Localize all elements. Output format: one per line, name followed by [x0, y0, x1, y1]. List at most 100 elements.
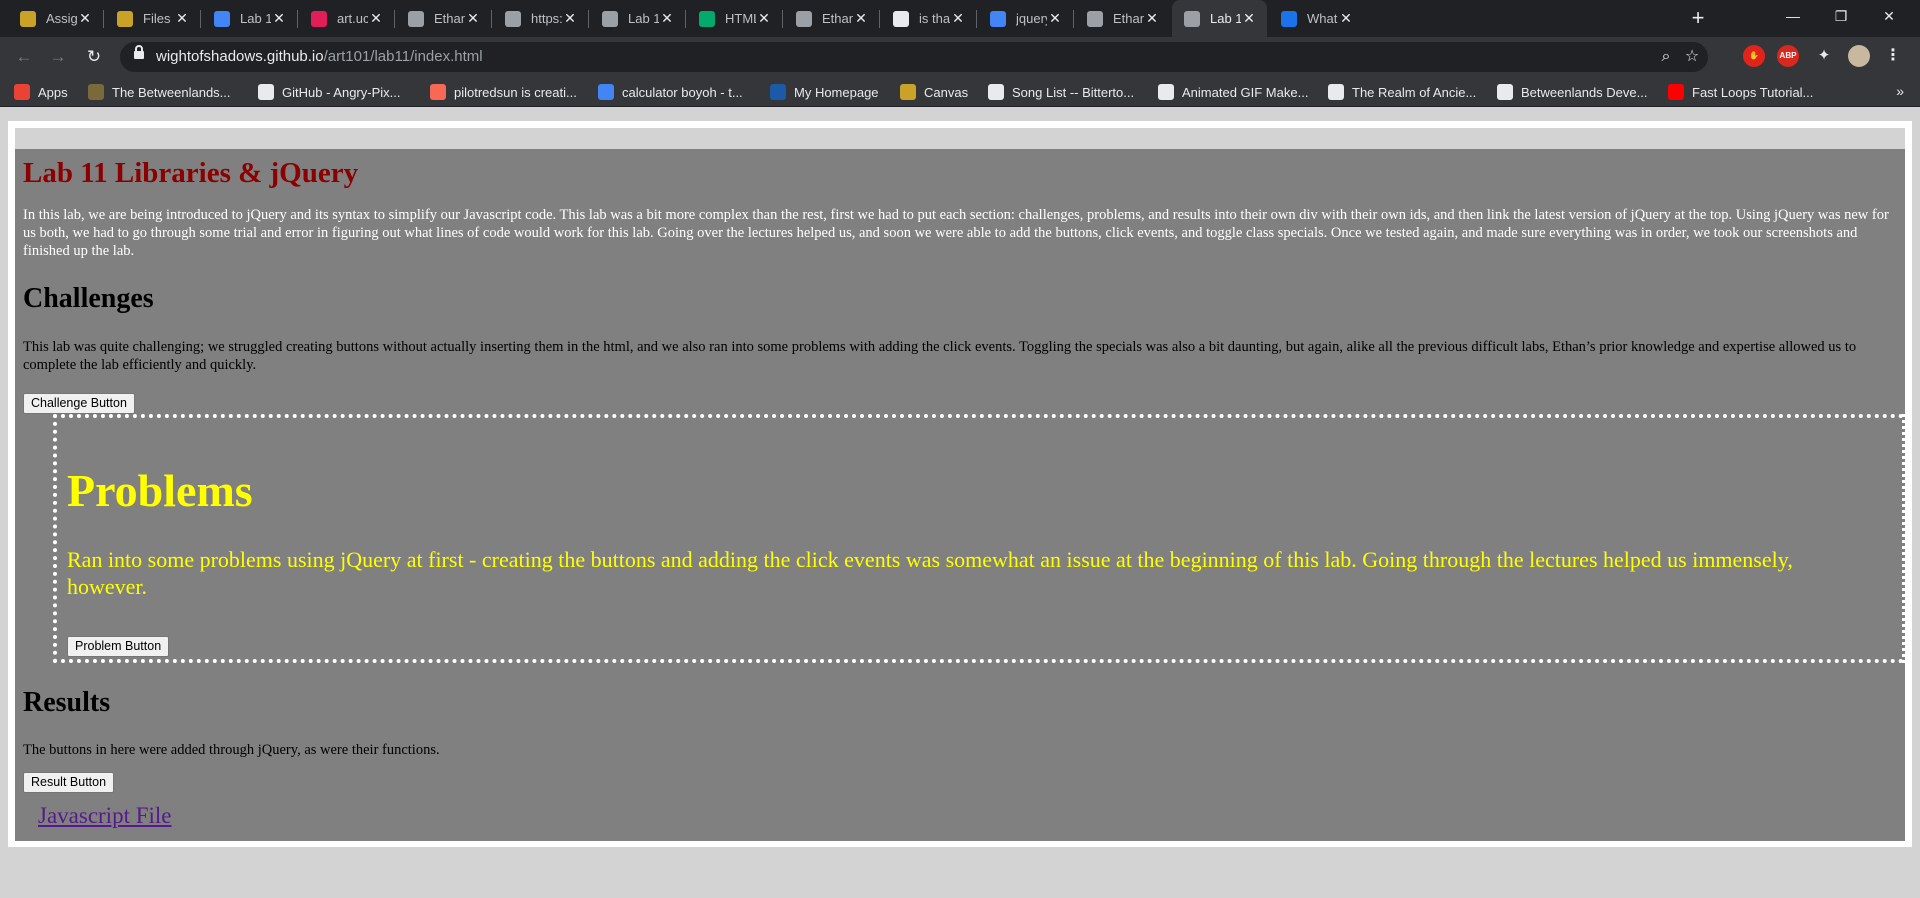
close-tab-icon[interactable]: ✕ — [950, 10, 966, 27]
browser-tab[interactable]: Assignm✕ — [8, 0, 103, 37]
globe-icon — [602, 10, 618, 27]
tab-title: Ethan Cl — [1113, 11, 1144, 26]
page-title: Lab 11 Libraries & jQuery — [23, 157, 359, 189]
bookmark-item[interactable]: Animated GIF Make... — [1158, 83, 1308, 101]
bookmark-item[interactable]: GitHub - Angry-Pix... — [258, 83, 400, 101]
url-path: /art101/lab11/index.html — [323, 48, 483, 65]
url-text[interactable]: wightofshadows.github.io/art101/lab11/in… — [156, 48, 483, 65]
browser-tab[interactable]: Ethan Cl✕ — [1075, 0, 1170, 37]
browser-tab[interactable]: Ethan Cl✕ — [396, 0, 491, 37]
slack-icon — [311, 10, 327, 27]
close-tab-icon[interactable]: ✕ — [368, 10, 384, 27]
ucsc-icon — [770, 84, 786, 100]
close-window-icon[interactable]: ✕ — [1866, 0, 1912, 32]
ucsc-icon — [900, 84, 916, 100]
bookmark-label: The Realm of Ancie... — [1352, 84, 1477, 100]
page-content: Lab 11 Libraries & jQuery In this lab, w… — [15, 149, 1905, 841]
bookmark-item[interactable]: The Betweenlands... — [88, 83, 231, 101]
browser-tab[interactable]: Lab 11 -✕ — [590, 0, 685, 37]
tab-title: is that n — [919, 11, 950, 26]
close-tab-icon[interactable]: ✕ — [271, 10, 287, 27]
bookmark-label: Song List -- Bitterto... — [1012, 84, 1135, 100]
menu-dots-icon[interactable]: ⋮ — [1882, 45, 1904, 67]
browser-tab[interactable]: Ethan Cl✕ — [784, 0, 879, 37]
extensions-puzzle-icon[interactable]: ✦ — [1813, 45, 1835, 67]
zoom-icon[interactable]: ⌕ — [1656, 47, 1676, 67]
bookmark-item[interactable]: pilotredsun is creati... — [430, 83, 577, 101]
bookmarks-overflow[interactable]: » — [1896, 83, 1904, 99]
close-tab-icon[interactable]: ✕ — [853, 10, 869, 27]
bookmark-item[interactable]: Betweenlands Deve... — [1497, 83, 1647, 101]
tab-title: Lab 11 - — [1210, 11, 1241, 26]
globe-icon — [1184, 10, 1200, 27]
problem-button[interactable]: Problem Button — [67, 636, 170, 657]
address-bar[interactable]: wightofshadows.github.io/art101/lab11/in… — [120, 42, 1708, 72]
ucsc-icon — [117, 10, 133, 27]
browser-tab[interactable]: https://v✕ — [493, 0, 588, 37]
bookmark-item[interactable]: calculator boyoh - t... — [598, 83, 743, 101]
browser-tab[interactable]: is that n✕ — [881, 0, 976, 37]
browser-tab[interactable]: art.ucsc✕ — [299, 0, 394, 37]
close-tab-icon[interactable]: ✕ — [659, 10, 675, 27]
challenge-button[interactable]: Challenge Button — [23, 393, 135, 414]
browser-tab[interactable]: Lab 11 E✕ — [202, 0, 297, 37]
close-tab-icon[interactable]: ✕ — [174, 10, 190, 27]
bookmark-item[interactable]: My Homepage — [770, 83, 879, 101]
tab-title: jquery n — [1016, 11, 1047, 26]
close-tab-icon[interactable]: ✕ — [1241, 10, 1257, 27]
restore-icon[interactable]: ❐ — [1818, 0, 1864, 32]
close-tab-icon[interactable]: ✕ — [77, 10, 93, 27]
close-tab-icon[interactable]: ✕ — [1144, 10, 1160, 27]
globe-icon — [1328, 84, 1344, 100]
tab-separator — [879, 10, 880, 28]
docs-icon — [214, 10, 230, 27]
tab-separator — [297, 10, 298, 28]
google-icon — [990, 10, 1006, 27]
globe-icon — [408, 10, 424, 27]
reload-icon[interactable]: ↻ — [82, 45, 106, 69]
adblock-plus-icon[interactable]: ABP — [1777, 45, 1799, 67]
browser-tab[interactable]: What is✕ — [1269, 0, 1364, 37]
result-button[interactable]: Result Button — [23, 772, 115, 793]
profile-avatar[interactable] — [1848, 45, 1870, 67]
problems-text: Ran into some problems using jQuery at f… — [67, 547, 1793, 599]
bookmark-item[interactable]: Apps — [14, 83, 68, 101]
bookmark-label: calculator boyoh - t... — [622, 84, 743, 100]
problems-heading: Problems — [67, 465, 253, 516]
bookmark-item[interactable]: The Realm of Ancie... — [1328, 83, 1476, 101]
close-tab-icon[interactable]: ✕ — [562, 10, 578, 27]
tab-title: What is — [1307, 11, 1338, 26]
bookmark-item[interactable]: Song List -- Bitterto... — [988, 83, 1134, 101]
browser-tab[interactable]: Lab 11 -✕ — [1172, 0, 1267, 37]
edge-icon — [1281, 10, 1297, 27]
back-icon[interactable]: ← — [12, 45, 36, 69]
bookmark-label: Animated GIF Make... — [1182, 84, 1309, 100]
globe-icon — [505, 10, 521, 27]
bookmark-label: Betweenlands Deve... — [1521, 84, 1648, 100]
close-tab-icon[interactable]: ✕ — [756, 10, 772, 27]
bookmark-item[interactable]: Fast Loops Tutorial... — [1668, 83, 1813, 101]
apps-grid-icon — [14, 84, 30, 100]
tab-title: Lab 11 E — [240, 11, 271, 26]
close-tab-icon[interactable]: ✕ — [465, 10, 481, 27]
close-tab-icon[interactable]: ✕ — [1047, 10, 1063, 27]
bookmark-label: Fast Loops Tutorial... — [1692, 84, 1814, 100]
tab-title: HTML bu — [725, 11, 756, 26]
tab-title: Files — [143, 11, 171, 26]
browser-tab[interactable]: jquery n✕ — [978, 0, 1073, 37]
stop-hand-extension-icon[interactable]: ✋ — [1743, 45, 1765, 67]
minimize-icon[interactable]: — — [1770, 0, 1816, 32]
page-frame: Lab 11 Libraries & jQuery In this lab, w… — [8, 121, 1912, 847]
javascript-file-link[interactable]: Javascript File — [38, 803, 172, 829]
close-tab-icon[interactable]: ✕ — [1338, 10, 1354, 27]
results-heading: Results — [23, 687, 111, 718]
bookmark-item[interactable]: Canvas — [900, 83, 968, 101]
betweenlands-icon — [88, 84, 104, 100]
github-icon — [1497, 84, 1513, 100]
bookmark-star-icon[interactable]: ☆ — [1682, 47, 1702, 67]
problems-section: Problems Ran into some problems using jQ… — [53, 414, 1905, 663]
new-tab-button[interactable]: + — [1685, 6, 1711, 32]
browser-tab[interactable]: HTML bu✕ — [687, 0, 782, 37]
forward-icon[interactable]: → — [46, 45, 70, 69]
browser-tab[interactable]: Files ✕ — [105, 0, 200, 37]
